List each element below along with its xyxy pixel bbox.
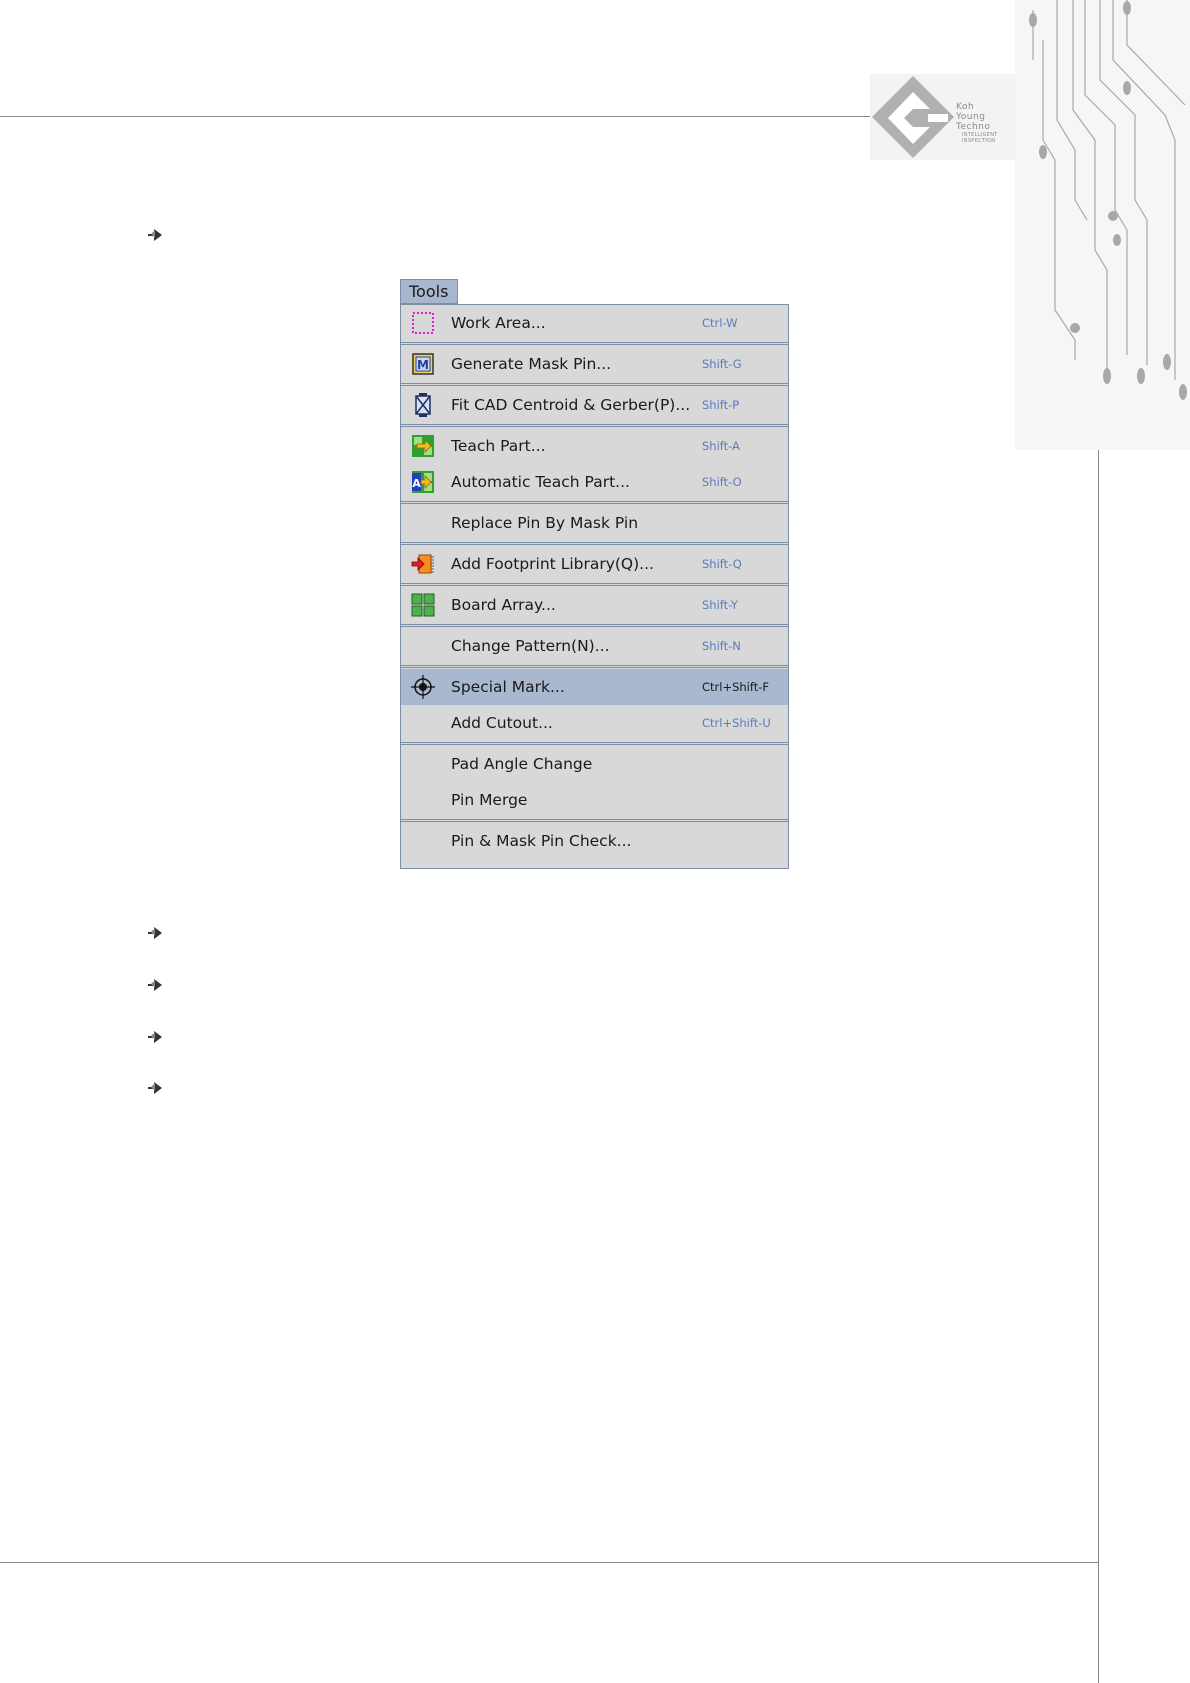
teach-part-icon xyxy=(412,435,434,457)
menu-item-pad-angle-change[interactable]: Pad Angle Change xyxy=(401,746,788,782)
logo-wordmark: Koh Young Techno INTELLIGENT INSPECTION xyxy=(956,102,998,144)
menu-item-pin-mask-pin-check[interactable]: Pin & Mask Pin Check... xyxy=(401,823,788,859)
menu-item-shortcut: Ctrl-W xyxy=(702,316,738,330)
menu-item-label: Automatic Teach Part... xyxy=(451,473,630,491)
crosshair-icon xyxy=(411,675,435,699)
fit-cad-icon xyxy=(415,393,431,417)
tools-menu-title[interactable]: Tools xyxy=(400,279,458,304)
menu-item-label: Teach Part... xyxy=(451,437,546,455)
menu-item-shortcut: Shift-Q xyxy=(702,557,742,571)
menu-item-shortcut: Shift-G xyxy=(702,357,742,371)
menu-item-label: Pin Merge xyxy=(451,791,528,809)
menu-item-label: Change Pattern(N)... xyxy=(451,637,610,655)
footer-rule xyxy=(0,1562,1098,1563)
work-area-icon xyxy=(412,312,434,334)
menu-item-label: Add Footprint Library(Q)... xyxy=(451,555,654,573)
menu-item-label: Pad Angle Change xyxy=(451,755,593,773)
bullet-arrow-icon xyxy=(148,1082,162,1094)
circuit-decoration xyxy=(1015,0,1190,450)
menu-item-shortcut: Ctrl+Shift-U xyxy=(702,716,771,730)
menu-item-shortcut: Shift-P xyxy=(702,398,740,412)
menu-item-add-cutout[interactable]: Add Cutout... Ctrl+Shift-U xyxy=(401,705,788,741)
bullet-arrow-icon xyxy=(148,229,162,241)
logo-tagline-2: INSPECTION xyxy=(962,138,996,144)
bullet-arrow-icon xyxy=(148,927,162,939)
logo-line-3: Techno xyxy=(956,122,991,132)
menu-item-replace-pin[interactable]: Replace Pin By Mask Pin xyxy=(401,505,788,541)
menu-item-automatic-teach-part[interactable]: A Automatic Teach Part... Shift-O xyxy=(401,464,788,500)
menu-item-work-area[interactable]: Work Area... Ctrl-W xyxy=(401,305,788,341)
auto-teach-icon: A xyxy=(412,471,434,493)
menu-item-label: Fit CAD Centroid & Gerber(P)... xyxy=(451,396,691,414)
menu-item-label: Pin & Mask Pin Check... xyxy=(451,832,632,850)
logo-line-1: Koh xyxy=(956,102,975,112)
mask-pin-icon: M xyxy=(412,353,434,375)
menu-item-shortcut: Shift-N xyxy=(702,639,741,653)
board-array-icon xyxy=(411,593,435,617)
svg-text:M: M xyxy=(417,358,429,372)
menu-item-generate-mask-pin[interactable]: M Generate Mask Pin... Shift-G xyxy=(401,346,788,382)
svg-text:A: A xyxy=(412,477,421,490)
menu-item-label: Special Mark... xyxy=(451,678,565,696)
footprint-library-icon xyxy=(411,554,434,574)
bullet-arrow-icon xyxy=(148,1031,162,1043)
menu-item-shortcut: Shift-O xyxy=(702,475,742,489)
menu-item-label: Replace Pin By Mask Pin xyxy=(451,514,639,532)
menu-item-label: Add Cutout... xyxy=(451,714,553,732)
menu-item-shortcut: Shift-Y xyxy=(702,598,738,612)
menu-item-add-footprint-library[interactable]: Add Footprint Library(Q)... Shift-Q xyxy=(401,546,788,582)
menu-item-label: Work Area... xyxy=(451,314,546,332)
company-logo: Koh Young Techno INTELLIGENT INSPECTION xyxy=(870,74,1015,160)
menu-item-label: Board Array... xyxy=(451,596,556,614)
margin-rule xyxy=(1098,365,1099,1683)
menu-item-label: Generate Mask Pin... xyxy=(451,355,612,373)
menu-item-special-mark[interactable]: Special Mark... Ctrl+Shift-F xyxy=(401,669,788,705)
bullet-arrow-icon xyxy=(148,979,162,991)
menu-item-change-pattern[interactable]: Change Pattern(N)... Shift-N xyxy=(401,628,788,664)
menu-item-teach-part[interactable]: Teach Part... Shift-A xyxy=(401,428,788,464)
menu-item-shortcut: Shift-A xyxy=(702,439,740,453)
menu-item-pin-merge[interactable]: Pin Merge xyxy=(401,782,788,818)
menu-item-fit-cad-centroid[interactable]: Fit CAD Centroid & Gerber(P)... Shift-P xyxy=(401,387,788,423)
logo-line-2: Young xyxy=(956,112,986,122)
menu-item-board-array[interactable]: Board Array... Shift-Y xyxy=(401,587,788,623)
tools-menu: Work Area... Ctrl-W M Generate Mask Pin.… xyxy=(400,304,789,869)
header-rule xyxy=(0,116,875,117)
menu-item-shortcut: Ctrl+Shift-F xyxy=(702,680,770,694)
